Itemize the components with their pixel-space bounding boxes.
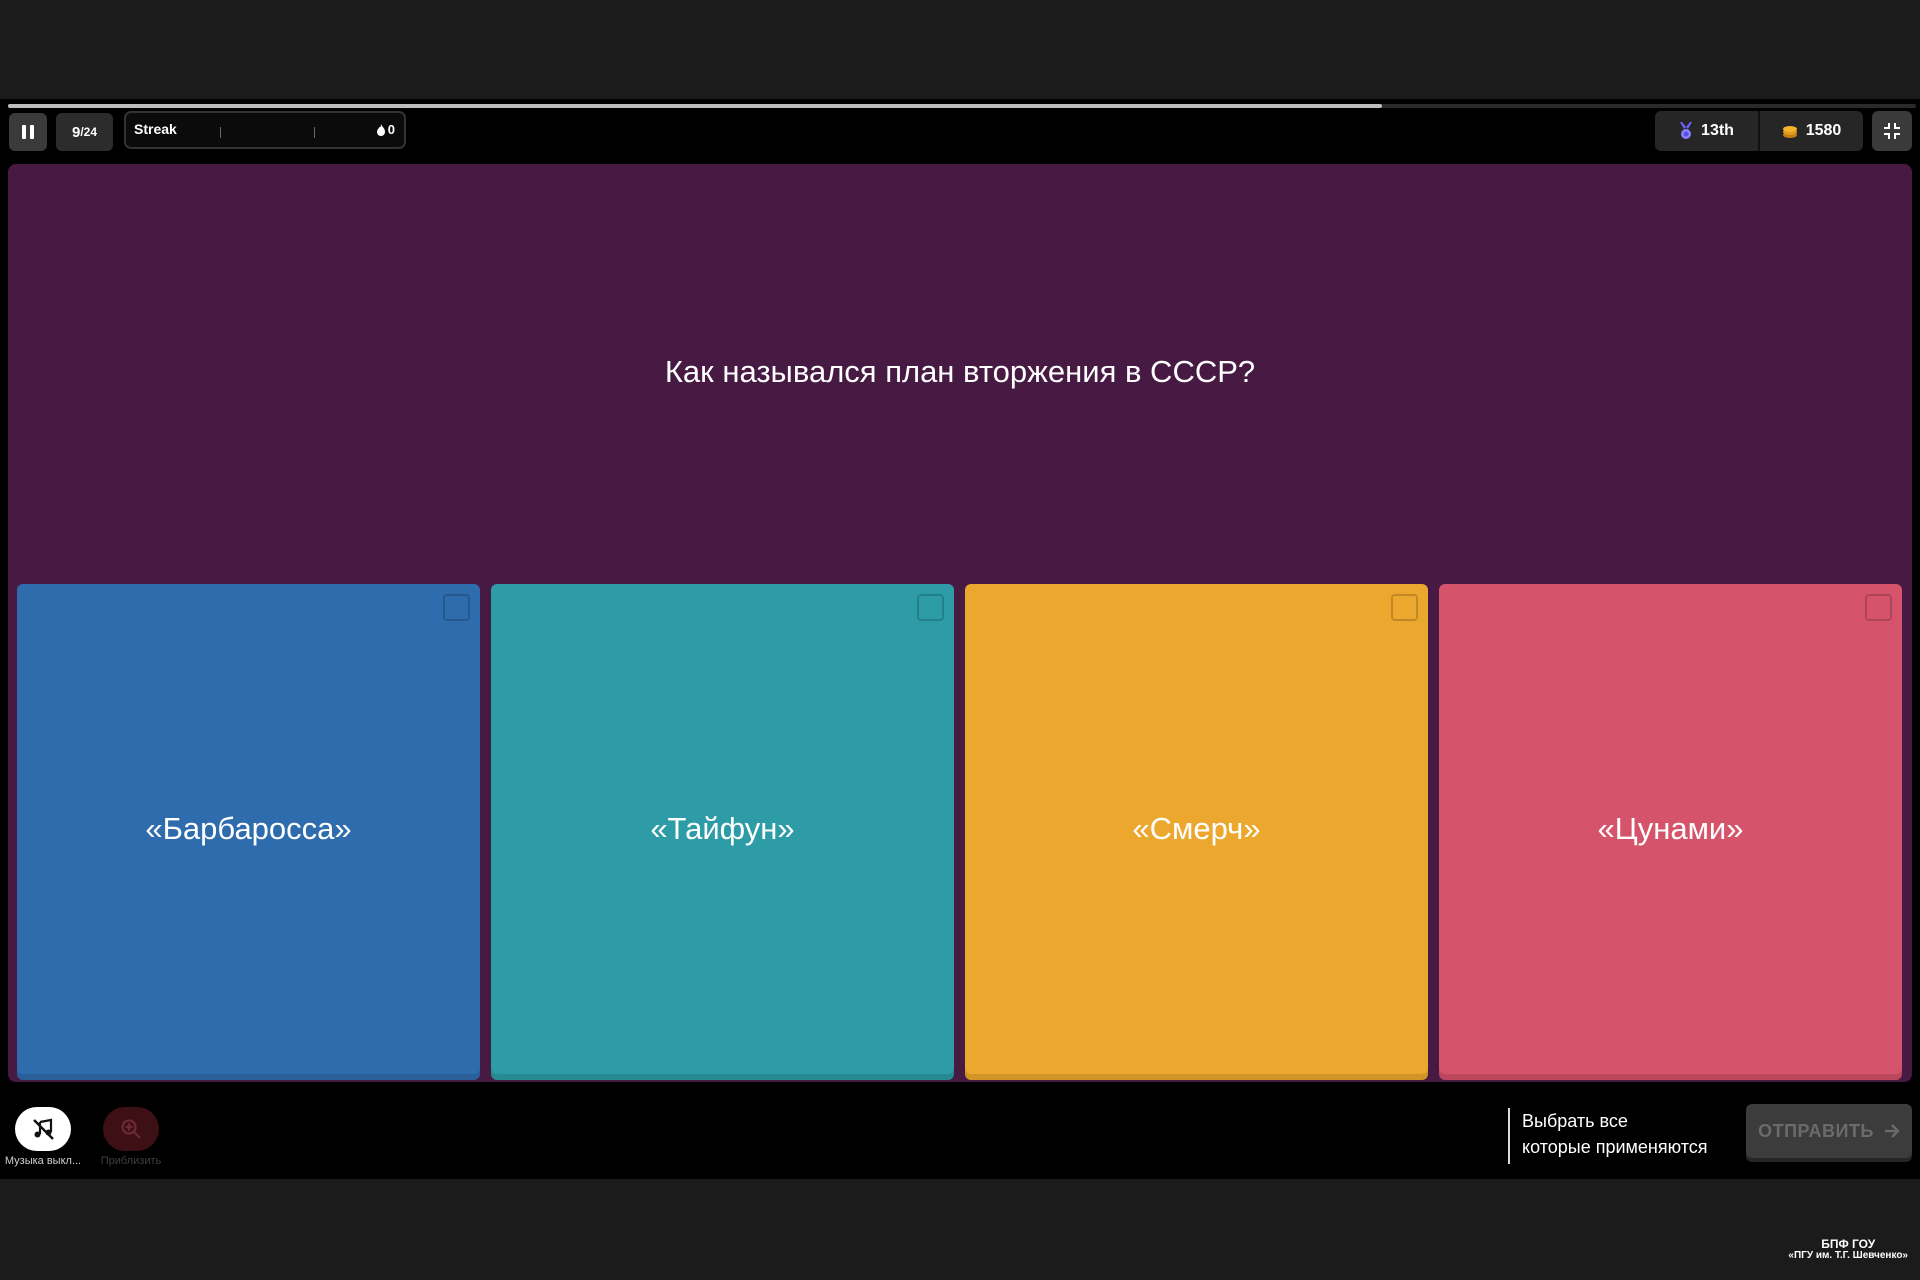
answer-checkbox[interactable] <box>443 594 470 621</box>
watermark-line-1: БПФ ГОУ <box>1821 1237 1876 1251</box>
select-all-hint: Выбрать все которые применяются <box>1522 1108 1707 1160</box>
fire-icon <box>376 123 385 136</box>
counter-current: 9 <box>71 123 81 141</box>
rank-value: 13th <box>1701 122 1734 139</box>
streak-tick <box>314 127 315 138</box>
question-progress-bar <box>8 104 1916 108</box>
answer-option-1[interactable]: «Барбаросса» <box>17 584 480 1074</box>
exit-fullscreen-icon <box>1884 123 1900 139</box>
select-all-line-1: Выбрать все <box>1522 1111 1628 1131</box>
answer-option-4[interactable]: «Цунами» <box>1439 584 1902 1074</box>
answer-option-label: «Цунами» <box>1597 811 1744 846</box>
streak-meter: Streak 0 <box>124 111 406 149</box>
streak-count: 0 <box>376 122 395 137</box>
coins-value: 1580 <box>1805 122 1842 139</box>
answer-checkbox[interactable] <box>1391 594 1418 621</box>
question-counter: 9/24 <box>56 113 113 151</box>
answer-checkbox[interactable] <box>1865 594 1892 621</box>
medal-icon <box>1680 122 1693 139</box>
coins-display: 1580 <box>1760 111 1863 151</box>
music-label: Музыка выкл... <box>4 1155 82 1167</box>
coins-icon <box>1782 126 1797 138</box>
answer-option-label: «Тайфун» <box>650 811 795 846</box>
submit-button[interactable]: ОТПРАВИТЬ <box>1746 1104 1912 1158</box>
answer-option-3[interactable]: «Смерч» <box>965 584 1428 1074</box>
bottom-divider <box>1508 1108 1510 1164</box>
rank-display: 13th <box>1655 111 1760 151</box>
score-pill: 13th 1580 <box>1655 111 1863 151</box>
answer-option-label: «Барбаросса» <box>145 811 352 846</box>
streak-tick <box>220 127 221 138</box>
music-off-icon <box>33 1118 54 1140</box>
question-text: Как назывался план вторжения в СССР? <box>664 354 1256 389</box>
quiz-app: 9/24 Streak 0 13th 1580 Как назывался пл… <box>0 99 1920 1179</box>
music-button[interactable] <box>15 1107 71 1151</box>
zoom-in-icon <box>121 1119 141 1139</box>
question-progress-fill <box>8 104 1382 108</box>
streak-label: Streak <box>134 121 177 137</box>
watermark: БПФ ГОУ «ПГУ им. Т.Г. Шевченко» <box>1788 1238 1908 1262</box>
watermark-line-2: «ПГУ им. Т.Г. Шевченко» <box>1788 1250 1908 1261</box>
pause-button[interactable] <box>9 113 47 151</box>
zoom-label: Приблизить <box>100 1155 162 1167</box>
answer-checkbox[interactable] <box>917 594 944 621</box>
select-all-line-2: которые применяются <box>1522 1137 1708 1157</box>
answer-option-label: «Смерч» <box>1132 811 1261 846</box>
pause-icon <box>20 125 36 139</box>
music-toggle[interactable]: Музыка выкл... <box>5 1107 81 1167</box>
question-area: Как назывался план вторжения в СССР? «Ба… <box>8 164 1912 1082</box>
exit-fullscreen-button[interactable] <box>1872 111 1912 151</box>
zoom-tool[interactable]: Приблизить <box>101 1107 161 1167</box>
zoom-button[interactable] <box>103 1107 159 1151</box>
answer-option-2[interactable]: «Тайфун» <box>491 584 954 1074</box>
submit-label: ОТПРАВИТЬ <box>1758 1120 1874 1141</box>
counter-total: 24 <box>83 125 98 139</box>
arrow-right-icon <box>1884 1124 1900 1138</box>
streak-count-value: 0 <box>387 122 395 137</box>
